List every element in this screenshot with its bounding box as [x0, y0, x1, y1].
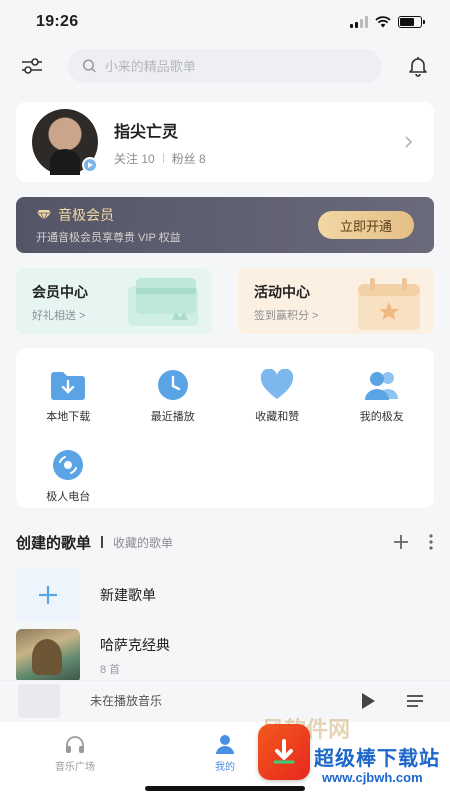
profile-card[interactable]: 指尖亡灵 关注 10 粉丝 8 — [16, 102, 434, 182]
play-badge-icon — [82, 157, 98, 173]
profile-stats: 关注 10 粉丝 8 — [114, 150, 400, 167]
tab-label: 音乐广场 — [55, 762, 95, 773]
avatar[interactable] — [32, 109, 98, 175]
new-playlist-info: 新建歌单 — [100, 585, 156, 605]
quick-item-favorites[interactable]: 收藏和赞 — [225, 356, 330, 436]
playlist-section-header: 创建的歌单 收藏的歌单 — [16, 530, 434, 554]
vip-subtitle: 开通音极会员享尊贵 VIP 权益 — [36, 232, 181, 244]
tab-music-square[interactable]: 音乐广场 — [0, 722, 150, 800]
wifi-icon — [375, 16, 391, 28]
fans-count[interactable]: 粉丝 8 — [172, 150, 206, 167]
profile-info: 指尖亡灵 关注 10 粉丝 8 — [114, 118, 400, 167]
tab-label: 我的 — [215, 762, 235, 773]
section-actions — [392, 533, 434, 551]
user-icon — [216, 735, 234, 754]
battery-icon — [398, 16, 425, 28]
quick-item-local-download[interactable]: 本地下载 — [16, 356, 121, 436]
playlist-info: 哈萨克经典 8 首 — [100, 635, 170, 677]
more-vertical-icon[interactable] — [428, 533, 434, 551]
vip-open-button[interactable]: 立即开通 — [318, 211, 414, 239]
play-icon[interactable] — [360, 692, 376, 710]
playlist-count: 8 首 — [100, 664, 121, 676]
vip-banner[interactable]: 音极会员 开通音极会员享尊贵 VIP 权益 立即开通 — [16, 197, 434, 253]
quick-label: 最近播放 — [150, 411, 195, 423]
new-playlist-cover — [16, 568, 80, 622]
settings-sliders-icon[interactable] — [18, 52, 46, 80]
plus-icon[interactable] — [392, 533, 410, 551]
quick-label: 极人电台 — [46, 491, 91, 503]
card-illustration-icon — [128, 278, 198, 326]
playlist-cover-image — [16, 629, 80, 683]
tab-created-playlists[interactable]: 创建的歌单 — [16, 532, 91, 553]
follow-count[interactable]: 关注 10 — [114, 150, 155, 167]
diamond-icon — [37, 210, 51, 221]
tab-collected-playlists[interactable]: 收藏的歌单 — [113, 534, 392, 551]
clock-icon — [154, 368, 192, 402]
quick-label: 本地下载 — [46, 411, 91, 423]
calendar-illustration-icon — [358, 278, 420, 330]
mini-player-cover — [18, 683, 60, 718]
folder-download-icon — [49, 368, 87, 402]
quick-label: 我的极友 — [359, 411, 404, 423]
signal-icon — [350, 16, 368, 28]
download-site-logo-icon — [258, 724, 310, 780]
watermark-url: www.cjbwh.com — [322, 770, 423, 785]
status-bar: 19:26 — [0, 0, 450, 44]
radio-disc-icon — [49, 448, 87, 482]
new-playlist-label: 新建歌单 — [100, 587, 156, 603]
status-icons — [350, 16, 425, 28]
vip-title: 音极会员 — [36, 205, 318, 225]
vip-texts: 音极会员 开通音极会员享尊贵 VIP 权益 — [36, 205, 318, 245]
quick-actions-grid: 本地下载 最近播放 收藏和赞 我的极友 极人电台 — [16, 348, 434, 508]
search-input[interactable] — [104, 58, 368, 74]
quick-item-recent-play[interactable]: 最近播放 — [121, 356, 226, 436]
friends-icon — [363, 368, 401, 402]
quick-item-friends[interactable]: 我的极友 — [330, 356, 435, 436]
member-center-card[interactable]: 会员中心 好礼相送 > — [16, 268, 212, 334]
quick-label: 收藏和赞 — [255, 411, 300, 423]
watermark-site-name: 超级棒下载站 — [314, 748, 440, 770]
headphones-icon — [66, 736, 84, 753]
playlist-item[interactable]: 哈萨克经典 8 首 — [16, 629, 434, 683]
heart-icon — [258, 368, 296, 402]
mini-player-actions — [360, 692, 424, 710]
new-playlist-row[interactable]: 新建歌单 — [16, 568, 434, 622]
quick-item-radio[interactable]: 极人电台 — [16, 436, 121, 516]
playlist-queue-icon[interactable] — [406, 693, 424, 709]
vip-title-text: 音极会员 — [58, 207, 114, 223]
playlist-title: 哈萨克经典 — [100, 637, 170, 653]
chevron-right-icon[interactable] — [400, 134, 416, 150]
plus-icon — [39, 586, 57, 604]
bell-icon[interactable] — [404, 52, 432, 80]
activity-center-card[interactable]: 活动中心 签到赢积分 > — [238, 268, 434, 334]
mini-player-status: 未在播放音乐 — [90, 694, 163, 708]
top-bar — [0, 46, 450, 86]
stat-divider — [162, 153, 164, 163]
search-box[interactable] — [68, 49, 382, 83]
profile-name: 指尖亡灵 — [114, 123, 179, 141]
search-icon — [82, 59, 96, 73]
status-time: 19:26 — [36, 13, 79, 30]
home-indicator — [145, 786, 305, 791]
section-divider — [101, 536, 104, 548]
